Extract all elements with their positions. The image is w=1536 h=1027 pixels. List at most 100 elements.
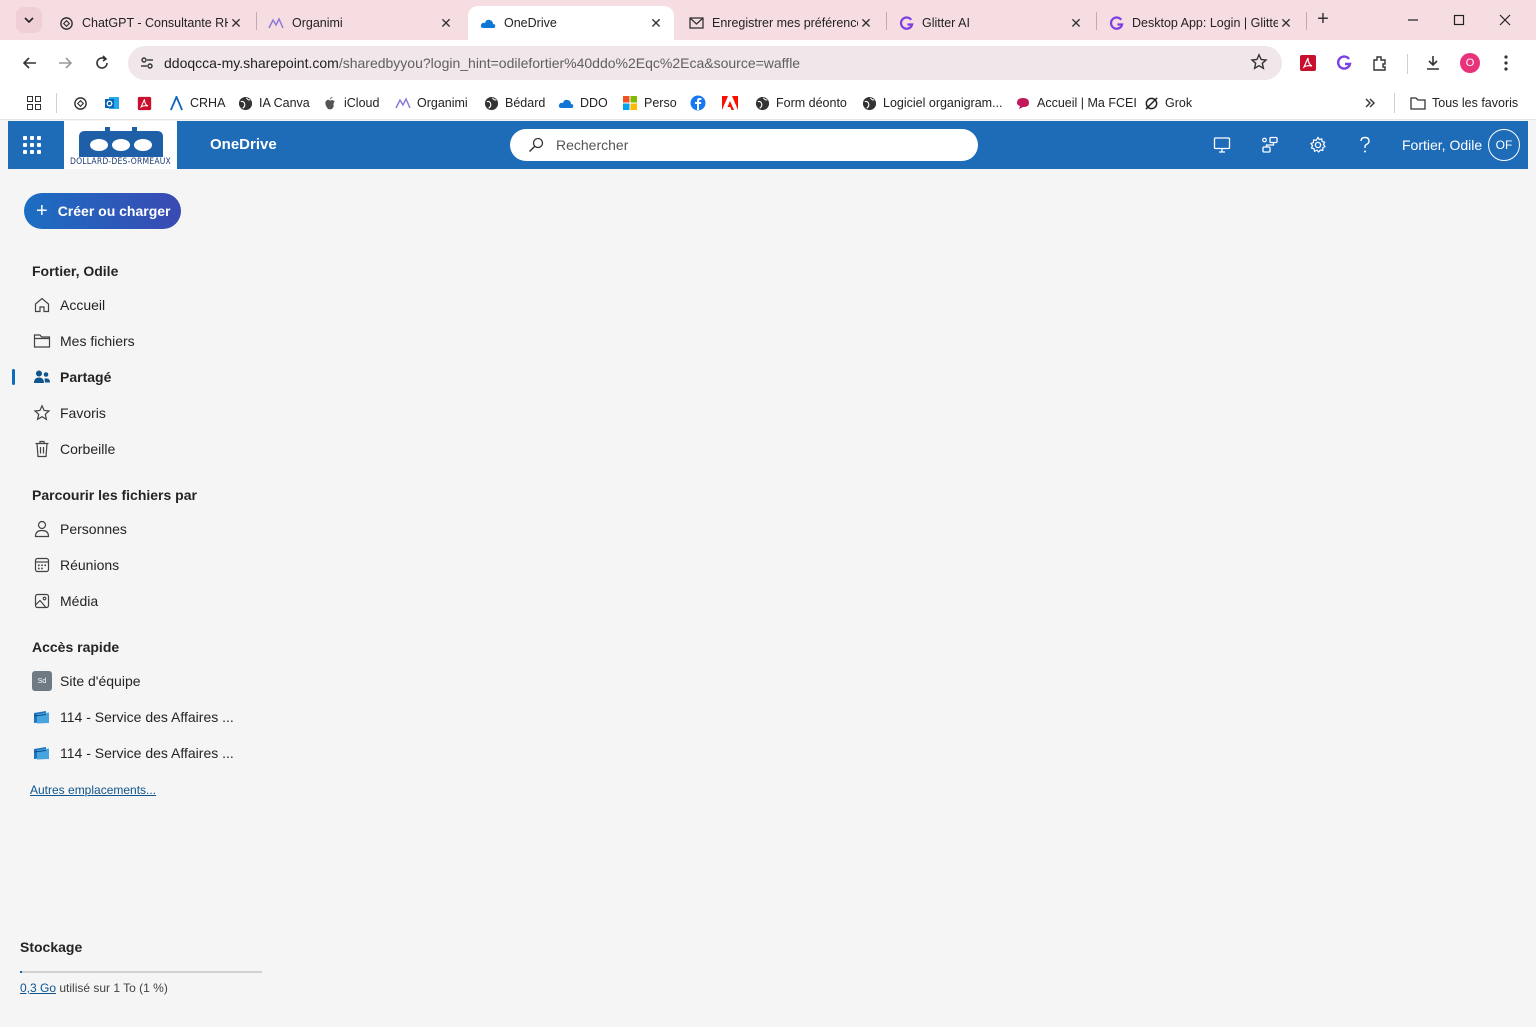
sidebar-item-corbeille[interactable]: Corbeille [32, 435, 115, 463]
storage-progress-bar [20, 971, 262, 973]
tab-title: Desktop App: Login | Glitter [1132, 16, 1278, 30]
bookmark-adobe[interactable] [722, 92, 744, 114]
search-input[interactable] [556, 137, 936, 153]
sidebar-item-mes-fichiers[interactable]: Mes fichiers [32, 327, 135, 355]
address-bar[interactable]: ddoqcca-my.sharepoint.com/sharedbyyou?lo… [128, 46, 1282, 80]
search-box[interactable] [510, 129, 978, 161]
bookmark-organimi[interactable]: Organimi [395, 92, 468, 114]
bookmark-perso[interactable]: Perso [622, 92, 677, 114]
bookmark-icloud[interactable]: iCloud [322, 92, 379, 114]
tab-glitter-desktop[interactable]: Desktop App: Login | Glitter ✕ [1096, 6, 1304, 40]
close-icon[interactable]: ✕ [1068, 15, 1084, 31]
bookmark-label: IA Canva [259, 96, 310, 110]
home-icon [32, 295, 52, 315]
tab-glitter-ai[interactable]: Glitter AI ✕ [886, 6, 1094, 40]
app-launcher-icon[interactable] [20, 133, 44, 157]
close-icon[interactable]: ✕ [858, 15, 874, 31]
toolbar-separator [1407, 54, 1408, 74]
sidebar-item-media[interactable]: Média [32, 587, 98, 615]
globe-icon [754, 95, 770, 111]
user-name[interactable]: Fortier, Odile [1402, 137, 1482, 153]
browser-window: ChatGPT - Consultante RH ✕ Organimi ✕ On… [0, 0, 1536, 1027]
site-info-icon[interactable] [130, 55, 164, 71]
all-bookmarks-folder[interactable]: Tous les favoris [1410, 92, 1518, 114]
bookmark-chatgpt[interactable] [72, 92, 94, 114]
star-icon [32, 403, 52, 423]
profile-button[interactable]: O [1459, 52, 1481, 74]
extensions-icon[interactable] [1369, 52, 1391, 74]
tab-title: ChatGPT - Consultante RH [82, 16, 228, 30]
back-button[interactable] [17, 50, 43, 76]
more-locations-link[interactable]: Autres emplacements... [30, 783, 156, 797]
quick-access-item-service-affaires-1[interactable]: 114 - Service des Affaires ... [32, 703, 234, 731]
bookmark-crha[interactable]: CRHA [168, 92, 225, 114]
person-icon [32, 519, 52, 539]
sidebar-item-partage[interactable]: Partagé [32, 363, 111, 391]
maximize-button[interactable] [1436, 0, 1482, 40]
sidebar-item-label: Corbeille [60, 441, 116, 457]
folder-icon [32, 331, 52, 351]
sidebar-item-accueil[interactable]: Accueil [32, 291, 105, 319]
storage-progress-fill [20, 971, 23, 973]
bookmark-star-icon[interactable] [1250, 53, 1268, 76]
tab-search-button[interactable] [16, 7, 42, 33]
bookmark-ma-fcei[interactable]: Accueil | Ma FCEI [1015, 92, 1137, 114]
new-tab-button[interactable]: + [1312, 9, 1334, 31]
bookmark-logiciel-organigramme[interactable]: Logiciel organigram... [861, 92, 1003, 114]
profile-avatar: O [1460, 53, 1480, 73]
tab-enregistrer[interactable]: Enregistrer mes préférences ✕ [676, 6, 884, 40]
glitter-icon [898, 15, 914, 31]
tab-chatgpt[interactable]: ChatGPT - Consultante RH ✕ [46, 6, 254, 40]
glitter-icon [1108, 15, 1124, 31]
create-upload-button[interactable]: + Créer ou charger [24, 193, 181, 229]
app-name[interactable]: OneDrive [210, 136, 277, 153]
organization-logo[interactable]: DOLLARD-DES-ORMEAUX [64, 121, 177, 169]
network-icon [1262, 136, 1278, 153]
quick-access-item-service-affaires-2[interactable]: 114 - Service des Affaires ... [32, 739, 234, 767]
more-bookmarks-button[interactable] [1362, 92, 1384, 114]
bookmark-bedard[interactable]: Bédard [483, 92, 545, 114]
close-icon[interactable]: ✕ [228, 15, 244, 31]
quick-access-label: 114 - Service des Affaires ... [60, 745, 234, 761]
sidebar-item-favoris[interactable]: Favoris [32, 399, 106, 427]
close-icon[interactable]: ✕ [1278, 15, 1294, 31]
bookmark-outlook[interactable] [104, 92, 126, 114]
chevron-double-right-icon [1362, 95, 1378, 111]
pdf-extension-icon[interactable] [1297, 52, 1319, 74]
library-icon [32, 707, 52, 727]
forward-button[interactable] [52, 50, 78, 76]
trash-icon [32, 439, 52, 459]
nav-heading-quick-access: Accès rapide [32, 639, 120, 655]
share-diagnostics-button[interactable] [1258, 133, 1282, 157]
bookmark-ia-canva[interactable]: IA Canva [237, 92, 310, 114]
avatar[interactable]: OF [1488, 129, 1520, 161]
sidebar-item-personnes[interactable]: Personnes [32, 515, 127, 543]
close-icon[interactable]: ✕ [648, 15, 664, 31]
glitter-extension-icon[interactable] [1333, 52, 1355, 74]
close-window-button[interactable] [1482, 0, 1528, 40]
quick-access-item-site-equipe[interactable]: Sd Site d'équipe [32, 667, 141, 695]
apps-button[interactable] [26, 92, 48, 114]
bookmark-form-deonto[interactable]: Form déonto [754, 92, 847, 114]
sync-pc-button[interactable] [1210, 133, 1234, 157]
chatgpt-icon [58, 15, 74, 31]
bookmark-grok[interactable]: Grok [1143, 92, 1192, 114]
bookmark-pdf[interactable] [136, 92, 158, 114]
settings-button[interactable] [1306, 133, 1330, 157]
storage-used-link[interactable]: 0,3 Go [20, 981, 56, 995]
sidebar-item-reunions[interactable]: Réunions [32, 551, 119, 579]
help-button[interactable] [1353, 133, 1377, 157]
tab-organimi[interactable]: Organimi ✕ [256, 6, 464, 40]
close-icon[interactable]: ✕ [438, 15, 454, 31]
tab-title: Enregistrer mes préférences [712, 16, 858, 30]
reload-button[interactable] [89, 50, 115, 76]
reload-icon [96, 55, 108, 69]
bookmark-ddo[interactable]: DDO [558, 92, 608, 114]
globe-icon [483, 95, 499, 111]
bookmark-facebook[interactable] [690, 92, 712, 114]
minimize-button[interactable] [1390, 0, 1436, 40]
tab-onedrive[interactable]: OneDrive ✕ [468, 6, 674, 40]
more-menu-icon[interactable] [1495, 52, 1517, 74]
download-icon[interactable] [1422, 52, 1444, 74]
question-icon [1360, 136, 1370, 153]
